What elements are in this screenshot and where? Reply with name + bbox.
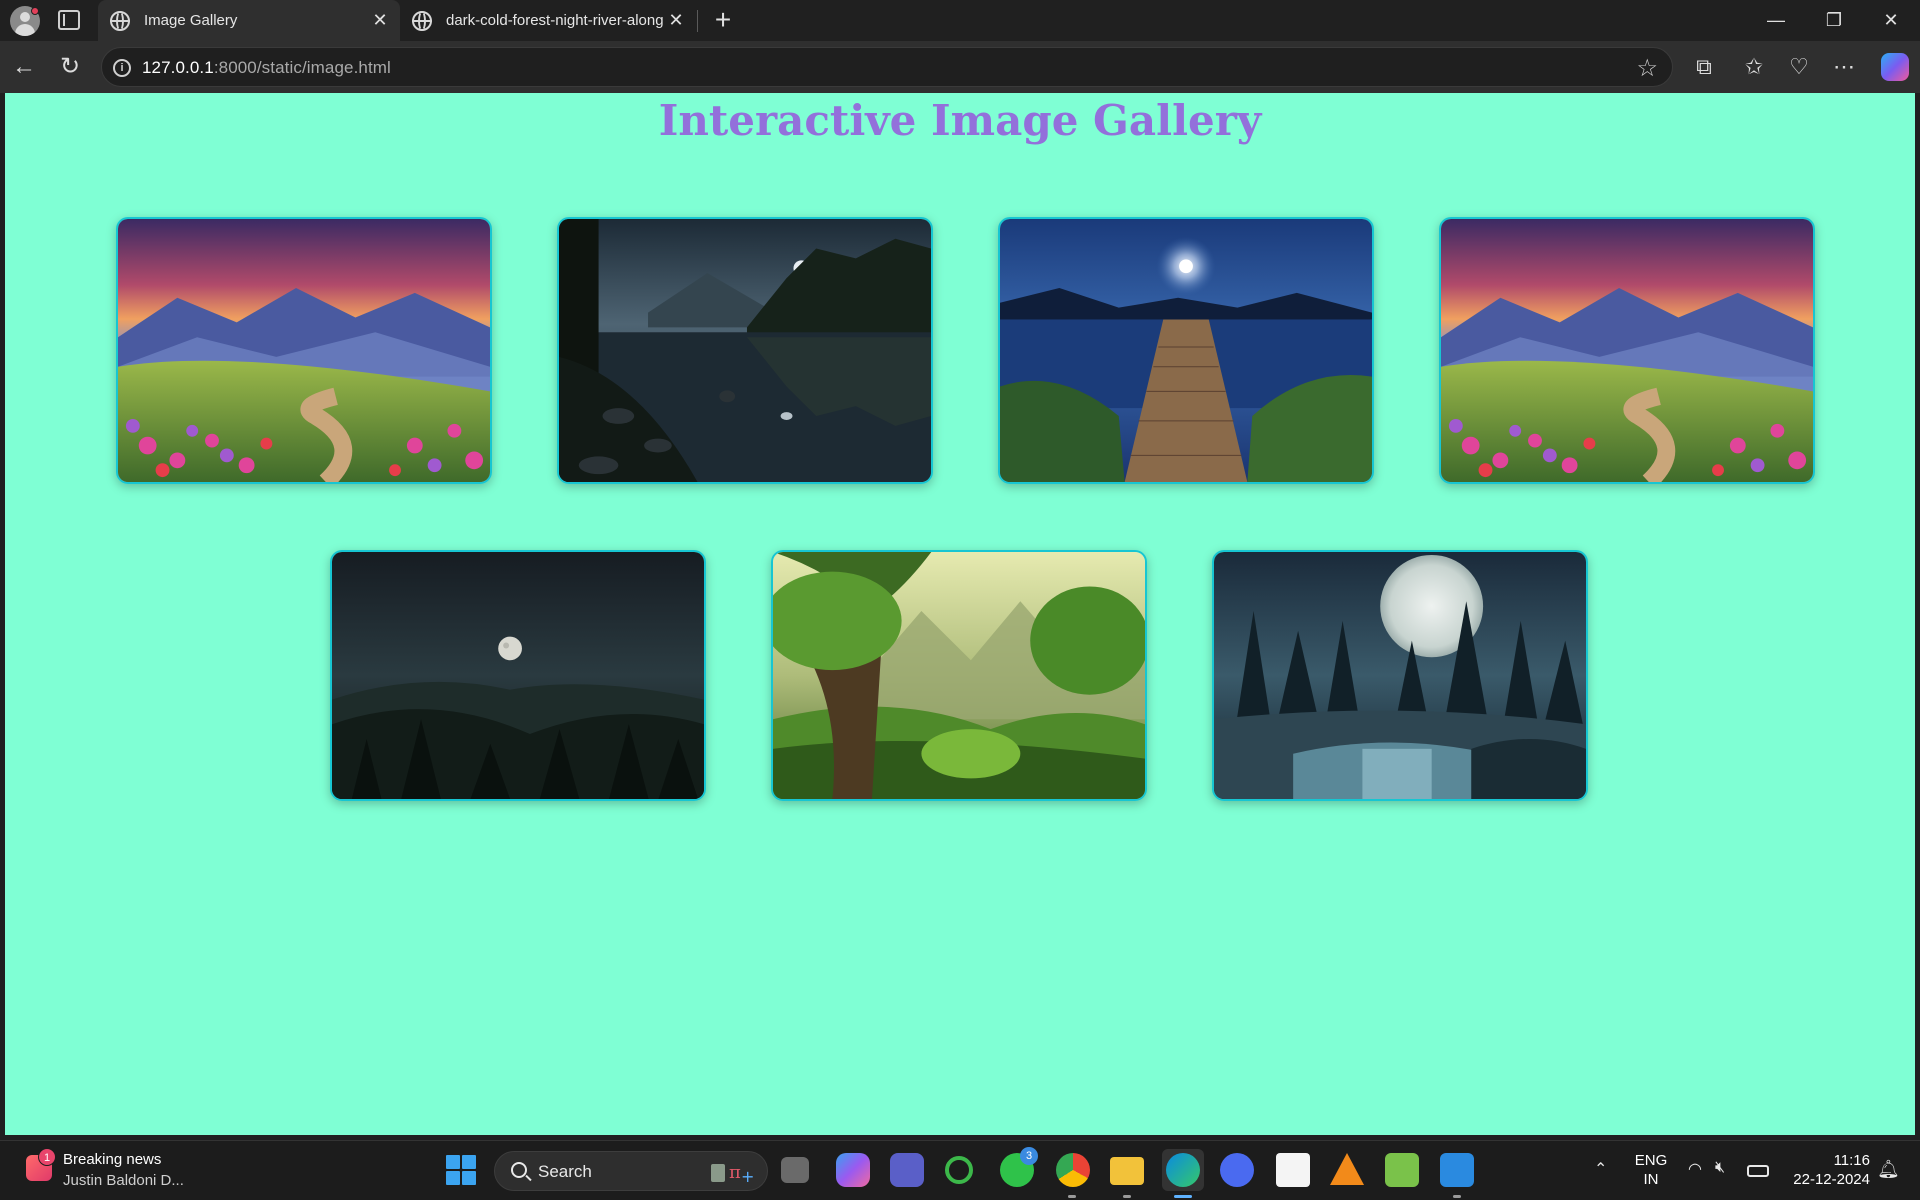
more-options-icon[interactable]: ⋯ xyxy=(1828,51,1860,83)
chrome-running-indicator xyxy=(1068,1195,1076,1198)
restore-button[interactable]: ❐ xyxy=(1805,0,1863,41)
tab-close-icon[interactable]: ✕ xyxy=(368,10,392,31)
minimize-button[interactable]: — xyxy=(1747,0,1805,41)
copilot-icon[interactable] xyxy=(1881,53,1909,81)
whatsapp-badge: 3 xyxy=(1020,1147,1038,1165)
url-text[interactable]: 127.0.0.1:8000/static/image.html xyxy=(142,58,391,78)
back-arrow-icon[interactable]: ← xyxy=(8,51,40,83)
chevron-up-icon[interactable]: ⌃ xyxy=(1594,1159,1607,1179)
app-launcher-icon[interactable] xyxy=(1220,1153,1254,1187)
copilot-app-icon[interactable] xyxy=(836,1153,870,1187)
favorite-star-icon[interactable]: ☆ xyxy=(1636,54,1658,83)
vlc-icon[interactable] xyxy=(1330,1153,1364,1185)
task-view-icon[interactable] xyxy=(781,1157,809,1183)
browser-essentials-icon[interactable]: ♡ xyxy=(1783,51,1815,83)
gallery-image-dark-forest-moon[interactable] xyxy=(330,550,706,801)
close-window-button[interactable]: ✕ xyxy=(1862,0,1920,41)
profile-status-dot xyxy=(31,7,39,15)
gallery-image-night-lake[interactable] xyxy=(557,217,933,484)
new-tab-button[interactable]: + xyxy=(708,4,738,36)
favorites-icon[interactable]: ✩ xyxy=(1738,51,1770,83)
gallery-image-moon-frozen-forest[interactable] xyxy=(1212,550,1588,801)
file-explorer-icon[interactable] xyxy=(1110,1157,1144,1185)
edge-icon[interactable] xyxy=(1166,1153,1200,1187)
gallery-image-lake-pier[interactable] xyxy=(998,217,1374,484)
svg-text:π: π xyxy=(729,1162,741,1183)
explorer-running-indicator xyxy=(1123,1195,1131,1198)
system-clock[interactable]: 11:16 22-12-2024 xyxy=(1780,1151,1870,1189)
browser-toolbar: ← ↻ i 127.0.0.1:8000/static/image.html ☆… xyxy=(0,41,1920,93)
page-viewport: Interactive Image Gallery xyxy=(5,93,1915,1135)
tab-close-icon[interactable]: ✕ xyxy=(664,10,688,31)
gallery-image-flower-meadow-duplicate[interactable] xyxy=(1439,217,1815,484)
notification-bell-icon[interactable]: 🔔︎ xyxy=(1877,1159,1900,1179)
taskbar-search[interactable]: Search π + xyxy=(494,1151,768,1191)
tab-separator xyxy=(697,10,698,32)
vscode-icon[interactable] xyxy=(1440,1153,1474,1187)
search-label: Search xyxy=(538,1162,592,1181)
news-subtitle[interactable]: Justin Baldoni D... xyxy=(63,1172,184,1189)
notepad-icon[interactable] xyxy=(1385,1153,1419,1187)
tab-image-gallery[interactable]: Image Gallery ✕ xyxy=(98,0,400,41)
tab-title: Image Gallery xyxy=(144,12,238,29)
globe-icon xyxy=(412,10,432,31)
news-title[interactable]: Breaking news xyxy=(63,1151,161,1168)
page-title: Interactive Image Gallery xyxy=(658,96,1262,145)
chrome-icon[interactable] xyxy=(1056,1153,1090,1187)
edge-running-indicator xyxy=(1174,1195,1192,1198)
address-bar[interactable]: i 127.0.0.1:8000/static/image.html ☆ xyxy=(101,47,1673,87)
teams-icon[interactable] xyxy=(890,1153,924,1187)
news-badge: 1 xyxy=(38,1148,56,1166)
language-indicator[interactable]: ENG IN xyxy=(1633,1151,1669,1189)
reload-icon[interactable]: ↻ xyxy=(54,51,86,83)
wifi-icon[interactable]: ◠ xyxy=(1688,1159,1702,1179)
windows-taskbar: 1 Breaking news Justin Baldoni D... Sear… xyxy=(0,1140,1920,1200)
extensions-icon[interactable]: ⧉ xyxy=(1688,51,1720,83)
tab-title: dark-cold-forest-night-river-alongside xyxy=(446,12,664,29)
globe-icon xyxy=(110,10,130,31)
browser-title-bar: Image Gallery ✕ dark-cold-forest-night-r… xyxy=(0,0,1920,41)
svg-text:+: + xyxy=(741,1167,754,1184)
battery-icon[interactable] xyxy=(1747,1165,1769,1177)
site-info-icon[interactable]: i xyxy=(113,59,131,77)
tab-forest-image[interactable]: dark-cold-forest-night-river-alongside ✕ xyxy=(400,0,696,41)
tab-actions-icon[interactable] xyxy=(58,10,80,30)
gallery-image-flower-meadow[interactable] xyxy=(116,217,492,484)
volume-muted-icon[interactable]: 🔇︎ xyxy=(1715,1159,1725,1177)
search-icon xyxy=(511,1162,527,1178)
start-windows-icon[interactable] xyxy=(446,1155,476,1185)
sync-app-icon[interactable] xyxy=(945,1156,973,1184)
search-highlight-icon: π + xyxy=(711,1162,754,1184)
microsoft-store-icon[interactable] xyxy=(1276,1153,1310,1187)
gallery-image-green-forest[interactable] xyxy=(771,550,1147,801)
vscode-running-indicator xyxy=(1453,1195,1461,1198)
